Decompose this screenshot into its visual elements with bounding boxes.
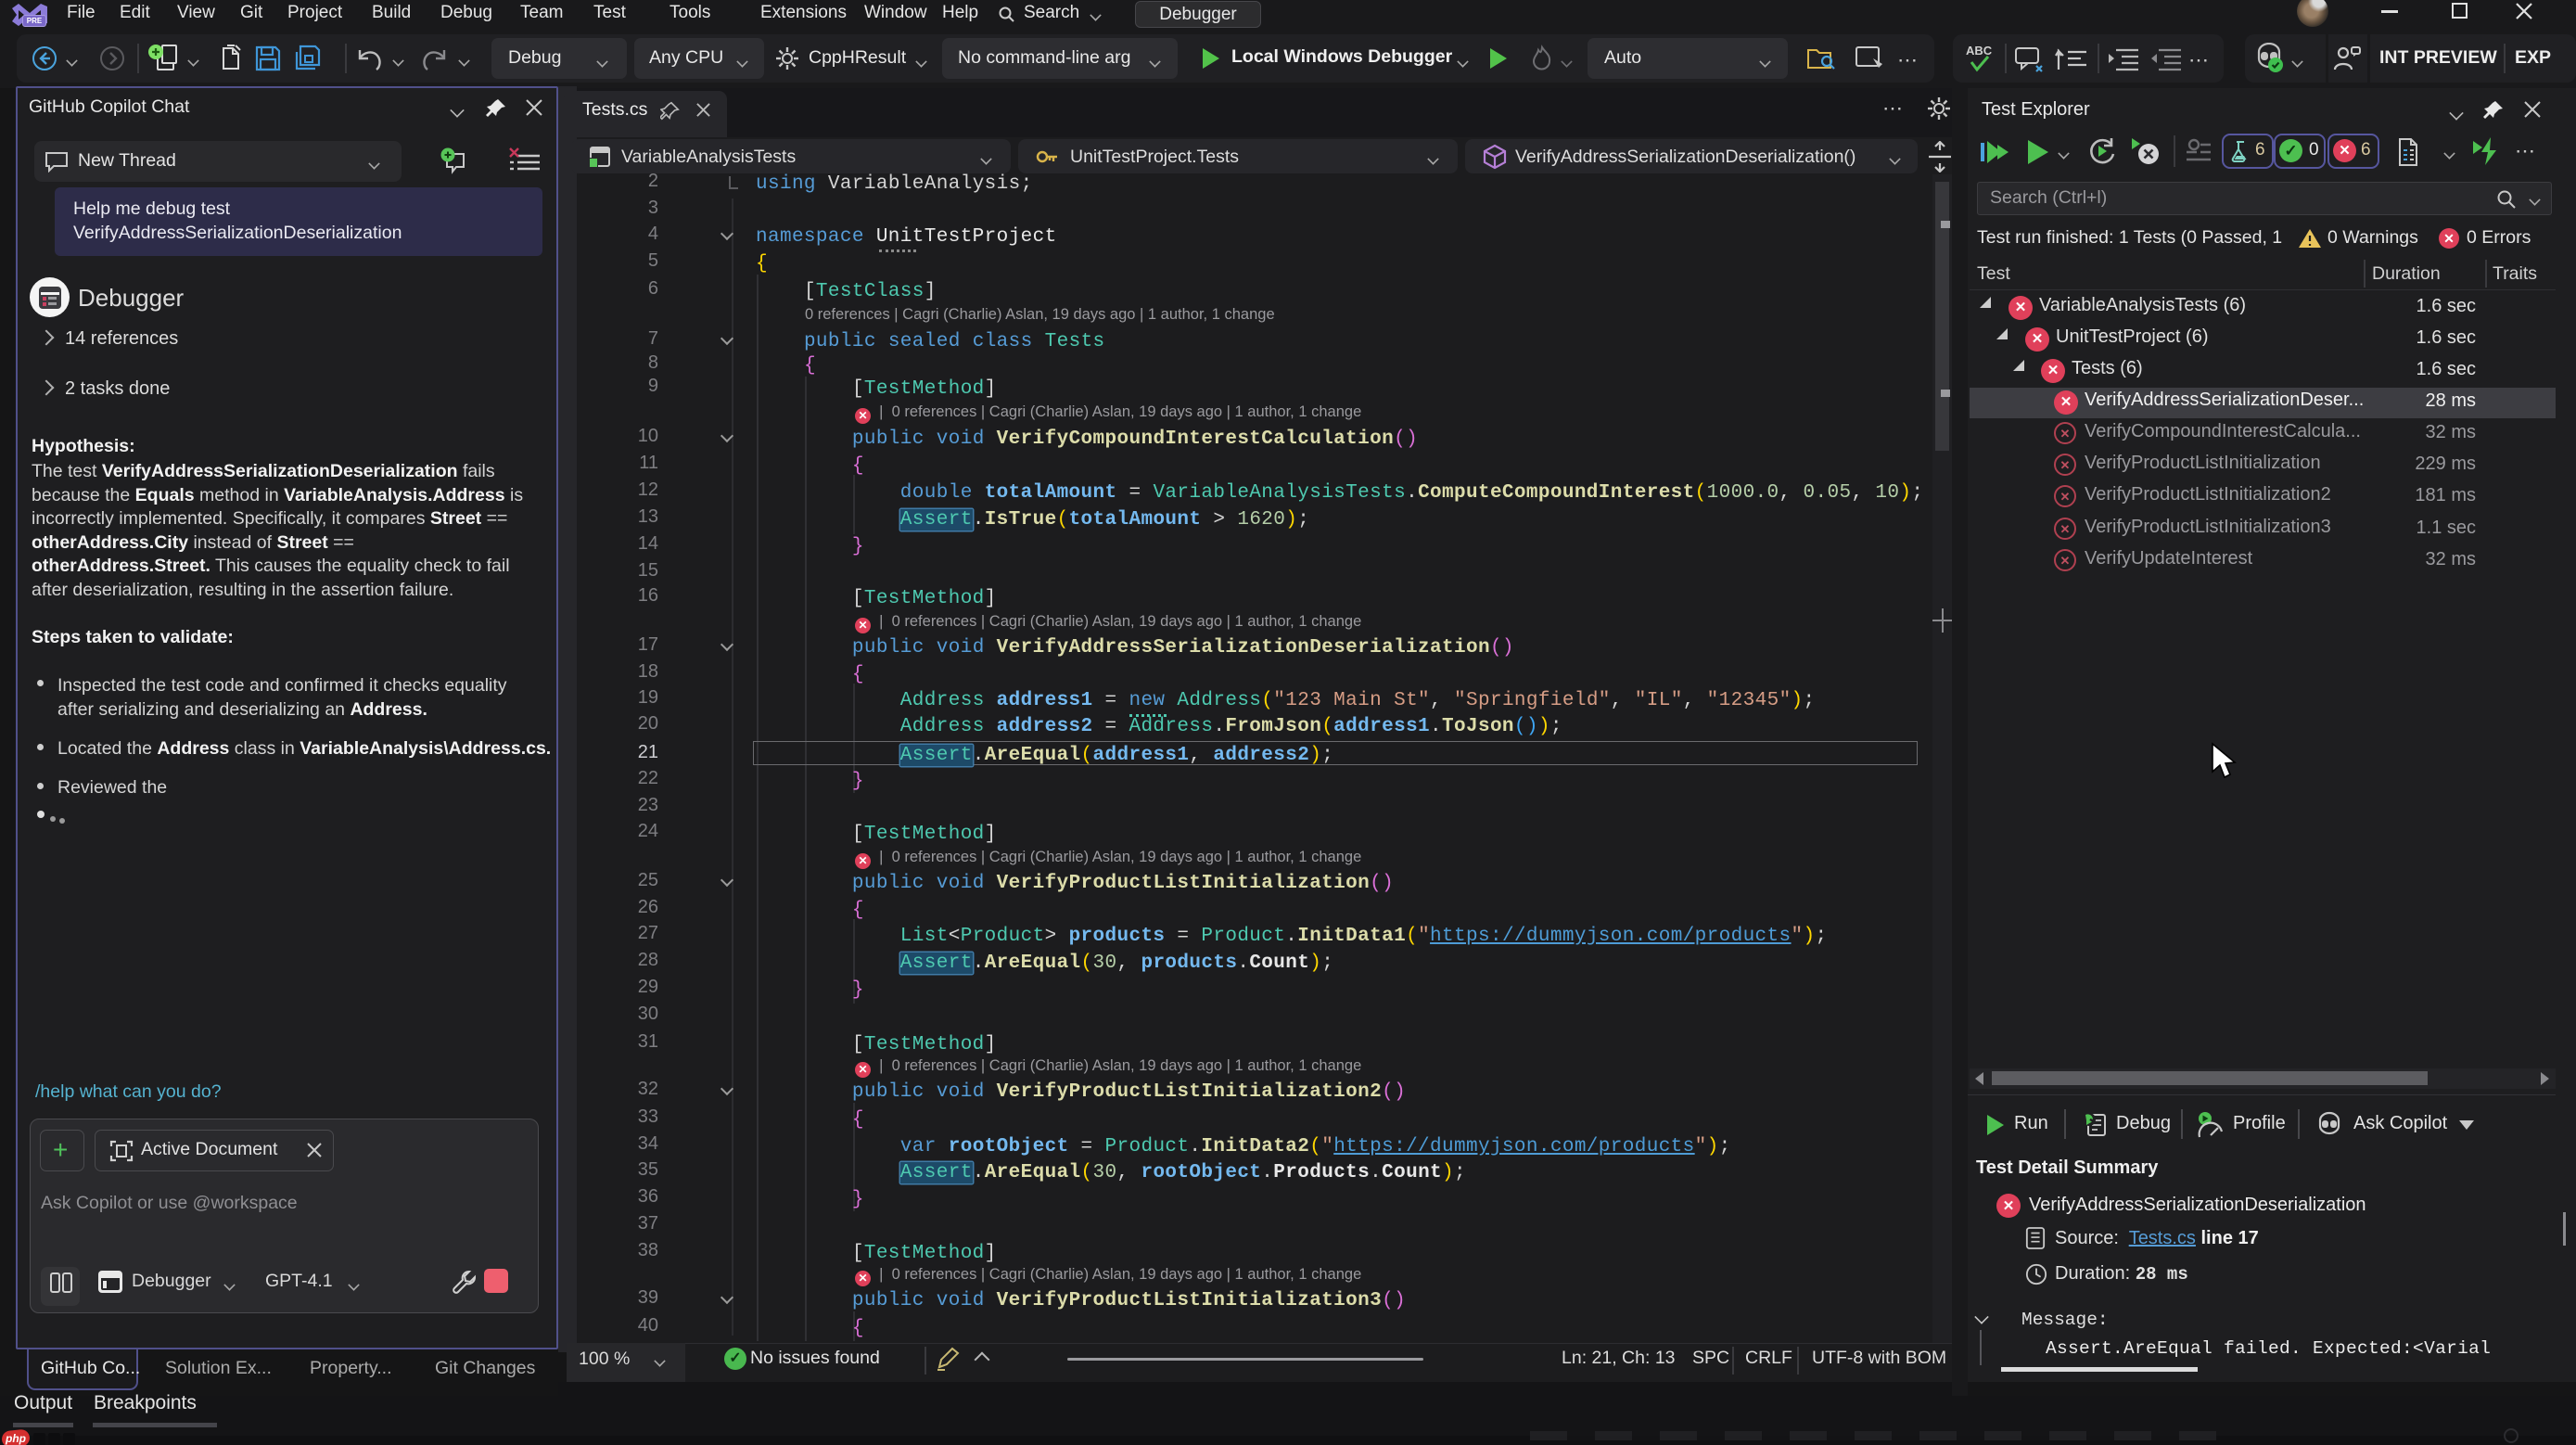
svg-text:ABC: ABC [1966,44,1993,58]
